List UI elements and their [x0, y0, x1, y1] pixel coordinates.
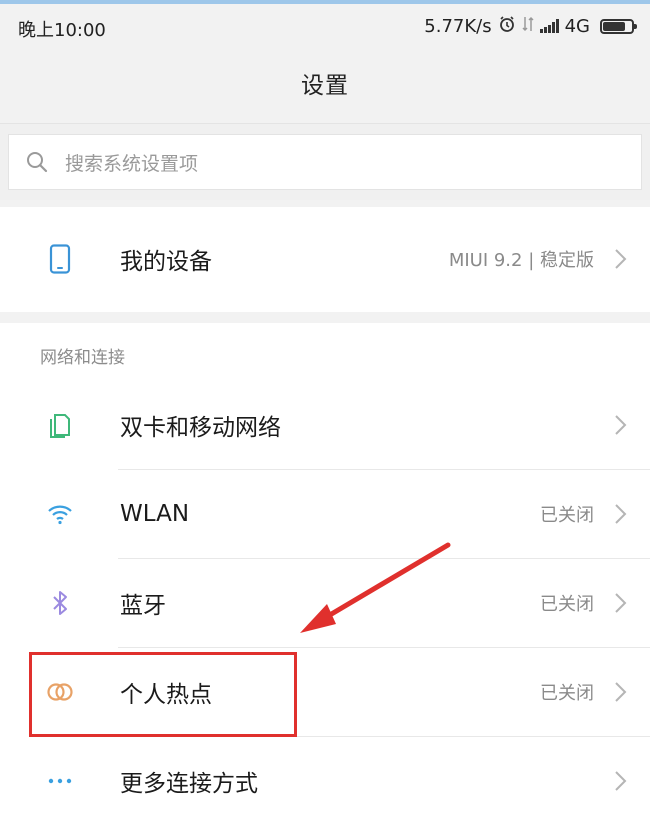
- search-area: 搜索系统设置项: [0, 123, 650, 200]
- network-card: 网络和连接 双卡和移动网络 WLAN 已关闭 蓝牙 已关闭 个人热点 已关闭 更…: [0, 323, 650, 840]
- bluetooth-icon: [44, 559, 76, 647]
- alarm-clock-icon: [498, 15, 516, 37]
- status-time: 晚上10:00: [18, 20, 106, 41]
- row-label: WLAN: [120, 501, 190, 527]
- settings-row-my-device[interactable]: 我的设备 MIUI 9.2 | 稳定版: [0, 215, 650, 303]
- signal-bars-icon: [539, 19, 559, 33]
- chevron-right-icon: [614, 502, 628, 526]
- phone-icon: [44, 215, 76, 303]
- hotspot-highlight-box: [29, 652, 297, 737]
- search-icon: [25, 150, 65, 174]
- status-bar: 晚上10:00 5.77K/s 4G: [0, 4, 650, 46]
- status-indicators: 5.77K/s 4G: [424, 15, 637, 37]
- settings-row-bluetooth[interactable]: 蓝牙 已关闭: [0, 559, 650, 647]
- row-label: 更多连接方式: [120, 771, 258, 797]
- search-input[interactable]: 搜索系统设置项: [8, 134, 642, 190]
- settings-row-wlan[interactable]: WLAN 已关闭: [0, 470, 650, 558]
- data-arrows-icon: [522, 15, 534, 37]
- page-title: 设置: [301, 73, 349, 99]
- chevron-right-icon: [614, 247, 628, 271]
- search-placeholder: 搜索系统设置项: [65, 152, 199, 175]
- chevron-right-icon: [614, 769, 628, 793]
- more-dots-icon: [44, 737, 76, 825]
- settings-row-more-connections[interactable]: 更多连接方式: [0, 737, 650, 825]
- row-value: MIUI 9.2 | 稳定版: [448, 250, 594, 271]
- device-card: 我的设备 MIUI 9.2 | 稳定版: [0, 207, 650, 312]
- row-value: 已关闭: [540, 594, 594, 615]
- row-value: 已关闭: [540, 683, 594, 704]
- row-label: 蓝牙: [120, 593, 166, 619]
- chevron-right-icon: [614, 680, 628, 704]
- row-value: 已关闭: [540, 505, 594, 526]
- chevron-right-icon: [614, 591, 628, 615]
- chevron-right-icon: [614, 413, 628, 437]
- net-speed: 5.77K/s: [424, 15, 492, 37]
- network-type: 4G: [564, 15, 590, 37]
- row-label: 我的设备: [120, 249, 212, 275]
- wifi-icon: [44, 470, 76, 558]
- row-label: 双卡和移动网络: [120, 415, 281, 441]
- sim-card-icon: [44, 381, 76, 469]
- battery-icon: [600, 18, 637, 34]
- settings-row-dual-sim[interactable]: 双卡和移动网络: [0, 381, 650, 469]
- section-header-network: 网络和连接: [40, 348, 125, 368]
